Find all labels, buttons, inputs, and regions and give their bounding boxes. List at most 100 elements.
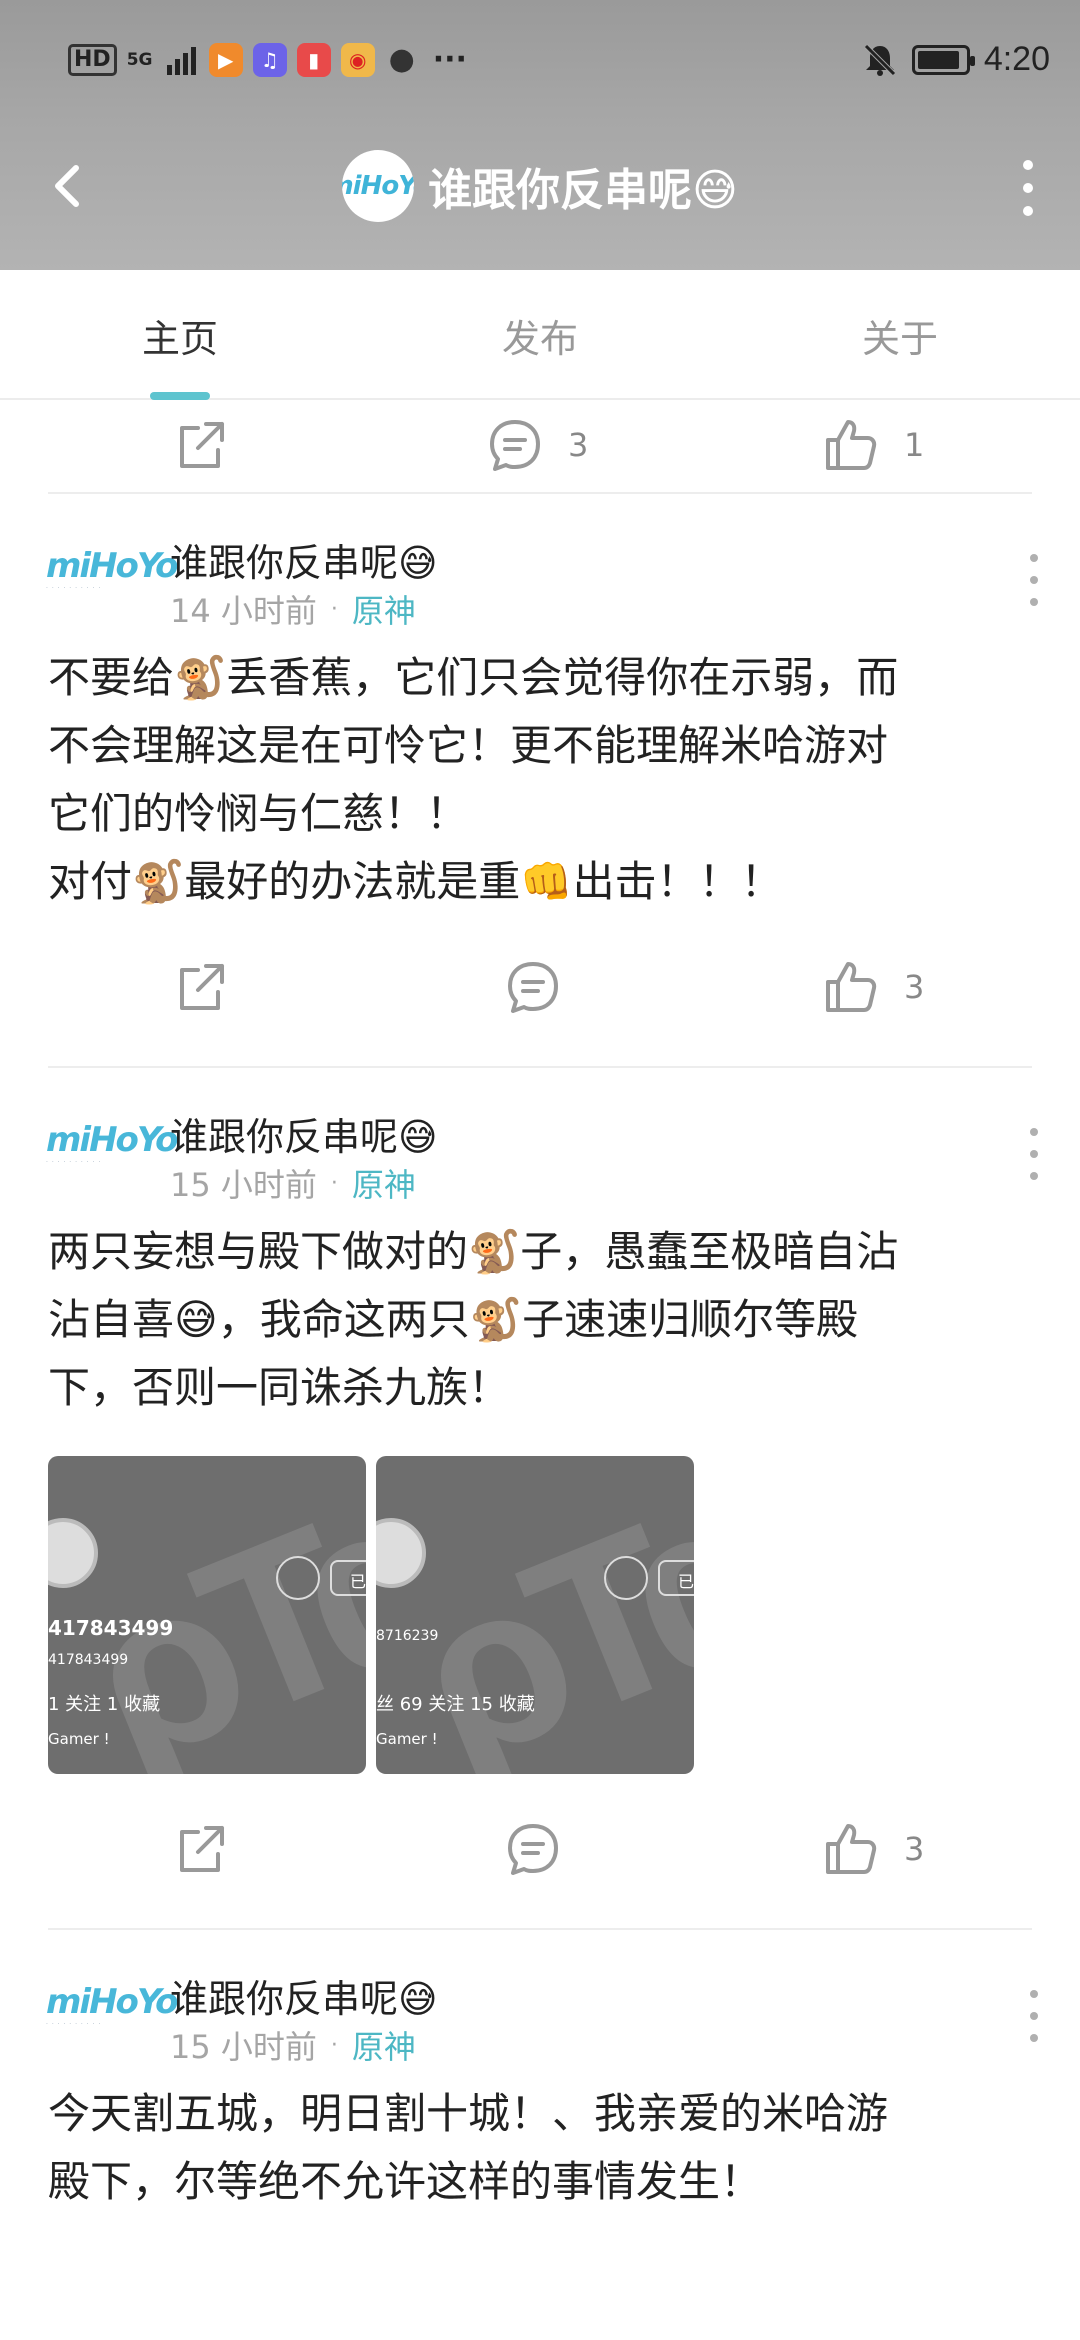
forum-tag[interactable]: 原神 xyxy=(352,2022,416,2068)
image-uid: 417843499 xyxy=(48,1616,174,1640)
weibo-app-icon: ◉ xyxy=(340,42,375,77)
comment-button[interactable] xyxy=(502,932,564,1042)
post-line: 不会理解这是在可怜它！更不能理解米哈游对 xyxy=(48,721,889,770)
comment-button[interactable]: 3 xyxy=(484,402,588,500)
watermark: ρΤα xyxy=(52,1456,366,1774)
comment-count: 3 xyxy=(568,426,589,464)
post-time: 15 小时前 xyxy=(170,1166,317,1204)
image-stats: 丝 69 关注 15 收藏 xyxy=(376,1694,535,1715)
post-content[interactable]: 不要给🐒丢香蕉，它们只会觉得你在示弱，而 不会理解这是在可怜它！更不能理解米哈游… xyxy=(0,644,1080,916)
more-menu-icon[interactable] xyxy=(1016,160,1040,216)
post-more-icon[interactable] xyxy=(1028,1128,1040,1180)
author-avatar[interactable]: miHoYo · · · · · · · · · · xyxy=(46,1108,178,1180)
profile-tabs: 主页 发布 关于 xyxy=(0,270,1080,400)
post-more-icon[interactable] xyxy=(1028,1990,1040,2042)
post-card[interactable]: miHoYo · · · · · · · · · · 谁跟你反串呢😅 14 小时… xyxy=(0,494,1080,1068)
mihoyo-logo: miHoYo xyxy=(342,171,414,201)
image-stats: 1 关注 1 收藏 xyxy=(48,1694,161,1715)
post-card[interactable]: miHoYo · · · · · · · · · · 谁跟你反串呢😅 15 小时… xyxy=(0,1930,1080,2216)
post-meta: 15 小时前 · 原神 xyxy=(170,2022,416,2068)
post-card[interactable]: miHoYo · · · · · · · · · · 谁跟你反串呢😅 15 小时… xyxy=(0,1068,1080,1930)
tab-about[interactable]: 关于 xyxy=(720,270,1080,400)
profile-avatar[interactable]: miHoYo xyxy=(342,150,415,222)
post-image[interactable]: ρΤα 已关 8716239 丝 69 关注 15 收藏 Gamer ! xyxy=(376,1456,694,1774)
logo-tagline: · · · · · · · · · · xyxy=(46,1158,102,1166)
thumbs-up-icon xyxy=(826,420,877,470)
post-actions: 3 xyxy=(0,932,1080,1042)
comment-icon xyxy=(490,420,540,471)
status-bar-left: HD 5G ▶ ♫ ▮ ◉ ● ··· xyxy=(68,42,467,77)
ball-app-icon: ● xyxy=(388,42,415,77)
share-button[interactable] xyxy=(170,1794,232,1904)
user-icon xyxy=(604,1556,648,1600)
image-uid-sub: 417843499 xyxy=(48,1652,129,1668)
post-feed: 3 1 miHoYo · · · · · · · · · · 谁跟你反串呢😅 1… xyxy=(0,402,1080,2340)
forum-tag[interactable]: 原神 xyxy=(352,586,416,632)
post-more-icon[interactable] xyxy=(1028,554,1040,606)
post-time: 14 小时前 xyxy=(170,592,317,630)
meta-separator: · xyxy=(330,1170,338,1196)
mihoyo-logo: miHoYo xyxy=(46,545,178,586)
like-button[interactable]: 3 xyxy=(820,932,924,1042)
thumbs-up-icon xyxy=(826,1824,877,1874)
author-name[interactable]: 谁跟你反串呢😅 xyxy=(170,1106,438,1161)
post-actions: 3 xyxy=(0,1794,1080,1904)
post-image[interactable]: ρΤα 已关 417843499 417843499 1 关注 1 收藏 Gam… xyxy=(48,1456,366,1774)
post-line: 两只妄想与殿下做对的🐒子，愚蠢至极暗自沾 xyxy=(48,1227,899,1276)
post-line: 沾自喜😅，我命这两只🐒子速速归顺尔等殿 xyxy=(48,1295,859,1344)
like-button[interactable]: 3 xyxy=(820,1794,924,1904)
meta-separator: · xyxy=(330,596,338,622)
comment-button[interactable] xyxy=(502,1794,564,1904)
tab-home[interactable]: 主页 xyxy=(0,270,360,400)
tab-posts[interactable]: 发布 xyxy=(360,270,720,400)
post-line: 殿下，尔等绝不允许这样的事情发生！ xyxy=(48,2157,763,2206)
battery-level xyxy=(917,50,960,69)
user-icon xyxy=(276,1556,320,1600)
status-bar-right: 4:20 xyxy=(862,40,1050,79)
logo-tagline: · · · · · · · · · · xyxy=(46,2020,102,2028)
like-count: 3 xyxy=(904,1830,925,1868)
app-header: HD 5G ▶ ♫ ▮ ◉ ● ··· 4:20 iHoY 谁跟你反串呢😅 xyxy=(0,0,1080,270)
post-line: 不要给🐒丢香蕉，它们只会觉得你在示弱，而 xyxy=(48,653,899,702)
signal-label: 5G xyxy=(126,49,153,70)
post-line: 今天割五城，明日割十城！、我亲爱的米哈游 xyxy=(48,2089,889,2138)
title-bar: miHoYo 谁跟你反串呢😅 xyxy=(0,140,1080,230)
signal-bars-icon xyxy=(166,46,196,75)
share-icon xyxy=(180,422,224,468)
follow-tag: 已关 xyxy=(330,1560,366,1596)
post-time: 15 小时前 xyxy=(170,2028,317,2066)
profile-title: miHoYo 谁跟你反串呢😅 xyxy=(0,150,1080,222)
like-button[interactable]: 1 xyxy=(820,402,924,500)
post-actions: 3 1 xyxy=(0,402,1080,492)
like-count: 1 xyxy=(904,426,925,464)
like-count: 3 xyxy=(904,968,925,1006)
signal-indicator: 5G xyxy=(126,49,155,70)
forum-tag[interactable]: 原神 xyxy=(352,1160,416,1206)
comment-icon xyxy=(508,962,558,1013)
image-tagline: Gamer ! xyxy=(48,1730,110,1748)
hd-indicator: HD xyxy=(68,43,117,76)
share-button[interactable] xyxy=(170,402,232,500)
more-notifications-icon: ··· xyxy=(432,42,467,77)
share-button[interactable] xyxy=(170,932,232,1042)
author-avatar[interactable]: miHoYo · · · · · · · · · · xyxy=(46,1970,178,2042)
status-bar: HD 5G ▶ ♫ ▮ ◉ ● ··· 4:20 xyxy=(0,0,1080,120)
post-meta: 15 小时前 · 原神 xyxy=(170,1160,416,1206)
tab-posts-label: 发布 xyxy=(501,316,578,361)
author-avatar[interactable]: miHoYo · · · · · · · · · · xyxy=(46,534,178,606)
post-header: miHoYo · · · · · · · · · · 谁跟你反串呢😅 15 小时… xyxy=(0,1068,1080,1218)
post-line: 对付🐒最好的办法就是重👊出击！！！ xyxy=(48,857,783,906)
mihoyo-logo: miHoYo xyxy=(46,1119,178,1160)
post-header: miHoYo · · · · · · · · · · 谁跟你反串呢😅 14 小时… xyxy=(0,494,1080,644)
reader-app-icon: ▮ xyxy=(296,42,331,77)
watermark: ρΤα xyxy=(380,1456,694,1774)
author-name[interactable]: 谁跟你反串呢😅 xyxy=(170,532,438,587)
post-content[interactable]: 今天割五城，明日割十城！、我亲爱的米哈游 殿下，尔等绝不允许这样的事情发生！ xyxy=(0,2080,1080,2216)
bell-muted-icon xyxy=(864,43,896,76)
profile-name: 谁跟你反串呢😅 xyxy=(428,165,738,216)
author-name[interactable]: 谁跟你反串呢😅 xyxy=(170,1968,438,2023)
music-app-icon: ♫ xyxy=(252,42,287,77)
thumbs-up-icon xyxy=(826,962,877,1012)
share-icon xyxy=(180,1826,224,1872)
post-content[interactable]: 两只妄想与殿下做对的🐒子，愚蠢至极暗自沾 沾自喜😅，我命这两只🐒子速速归顺尔等殿… xyxy=(0,1218,1080,1422)
